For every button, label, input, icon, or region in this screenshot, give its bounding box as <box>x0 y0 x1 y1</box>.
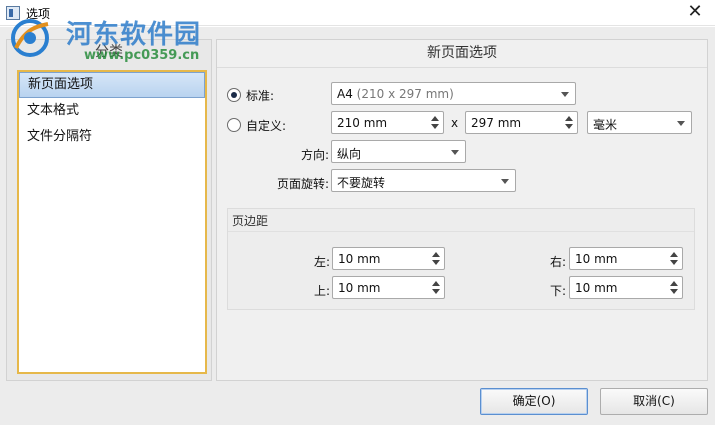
dropdown-arrow-icon <box>677 121 685 126</box>
divider <box>228 231 694 232</box>
category-item-new-page-options[interactable]: 新页面选项 <box>19 72 205 98</box>
margin-top-spinner[interactable]: 10 mm <box>332 276 445 299</box>
category-item-text-format[interactable]: 文本格式 <box>19 98 205 124</box>
custom-height-spinner[interactable]: 297 mm <box>465 111 578 134</box>
margin-right-value: 10 mm <box>575 252 618 266</box>
rotation-label: 页面旋转: <box>277 177 330 191</box>
margin-bottom-label: 下: <box>550 284 567 298</box>
margin-group: 页边距 左: 10 mm 右: 10 mm 上: 10 mm 下: 10 mm <box>227 208 695 310</box>
standard-radio[interactable] <box>227 88 241 102</box>
margin-right-spinner[interactable]: 10 mm <box>569 247 683 270</box>
spin-arrows-icon[interactable] <box>430 279 442 296</box>
ok-button[interactable]: 确定(O) <box>480 388 588 415</box>
dialog-body: 分类 新页面选项 文本格式 文件分隔符 新页面选项 标准: A4 (210 x … <box>0 27 715 425</box>
category-item-file-separator[interactable]: 文件分隔符 <box>19 124 205 150</box>
orientation-combo[interactable]: 纵向 <box>331 140 466 163</box>
rotation-value: 不要旋转 <box>337 176 386 190</box>
times-sign: x <box>451 116 459 130</box>
margin-top-label: 上: <box>314 284 331 298</box>
page-options-panel: 新页面选项 标准: A4 (210 x 297 mm) 自定义: 210 mm … <box>216 39 708 381</box>
close-button[interactable]: ✕ <box>675 0 715 26</box>
rotation-combo[interactable]: 不要旋转 <box>331 169 516 192</box>
custom-width-spinner[interactable]: 210 mm <box>331 111 444 134</box>
standard-label: 标准: <box>246 89 275 103</box>
category-list: 新页面选项 文本格式 文件分隔符 <box>17 70 207 374</box>
unit-combo[interactable]: 毫米 <box>587 111 692 134</box>
margin-title: 页边距 <box>232 214 269 228</box>
margin-bottom-value: 10 mm <box>575 281 618 295</box>
unit-value: 毫米 <box>593 118 618 132</box>
spin-arrows-icon[interactable] <box>668 279 680 296</box>
spin-arrows-icon[interactable] <box>668 250 680 267</box>
dropdown-arrow-icon <box>501 179 509 184</box>
orientation-label: 方向: <box>301 148 330 162</box>
cancel-button[interactable]: 取消(C) <box>600 388 708 415</box>
margin-left-value: 10 mm <box>338 252 381 266</box>
category-header: 分类 <box>95 44 123 60</box>
paper-size-value: A4 (210 x 297 mm) <box>337 87 454 101</box>
spin-arrows-icon[interactable] <box>430 250 442 267</box>
title-bar: 选项 ✕ <box>0 0 715 26</box>
paper-size-combo[interactable]: A4 (210 x 297 mm) <box>331 82 576 105</box>
section-title: 新页面选项 <box>217 40 707 68</box>
custom-width-value: 210 mm <box>337 116 388 130</box>
margin-bottom-spinner[interactable]: 10 mm <box>569 276 683 299</box>
margin-top-value: 10 mm <box>338 281 381 295</box>
dropdown-arrow-icon <box>561 92 569 97</box>
orientation-value: 纵向 <box>337 147 362 161</box>
margin-left-label: 左: <box>314 255 331 269</box>
custom-height-value: 297 mm <box>471 116 522 130</box>
category-panel: 分类 新页面选项 文本格式 文件分隔符 <box>6 39 212 381</box>
custom-radio[interactable] <box>227 118 241 132</box>
margin-left-spinner[interactable]: 10 mm <box>332 247 445 270</box>
spin-arrows-icon[interactable] <box>429 114 441 131</box>
spin-arrows-icon[interactable] <box>563 114 575 131</box>
dropdown-arrow-icon <box>451 150 459 155</box>
app-icon <box>6 6 20 20</box>
close-icon: ✕ <box>687 1 703 22</box>
custom-label: 自定义: <box>246 119 287 133</box>
margin-right-label: 右: <box>550 255 567 269</box>
window-title: 选项 <box>26 7 51 21</box>
